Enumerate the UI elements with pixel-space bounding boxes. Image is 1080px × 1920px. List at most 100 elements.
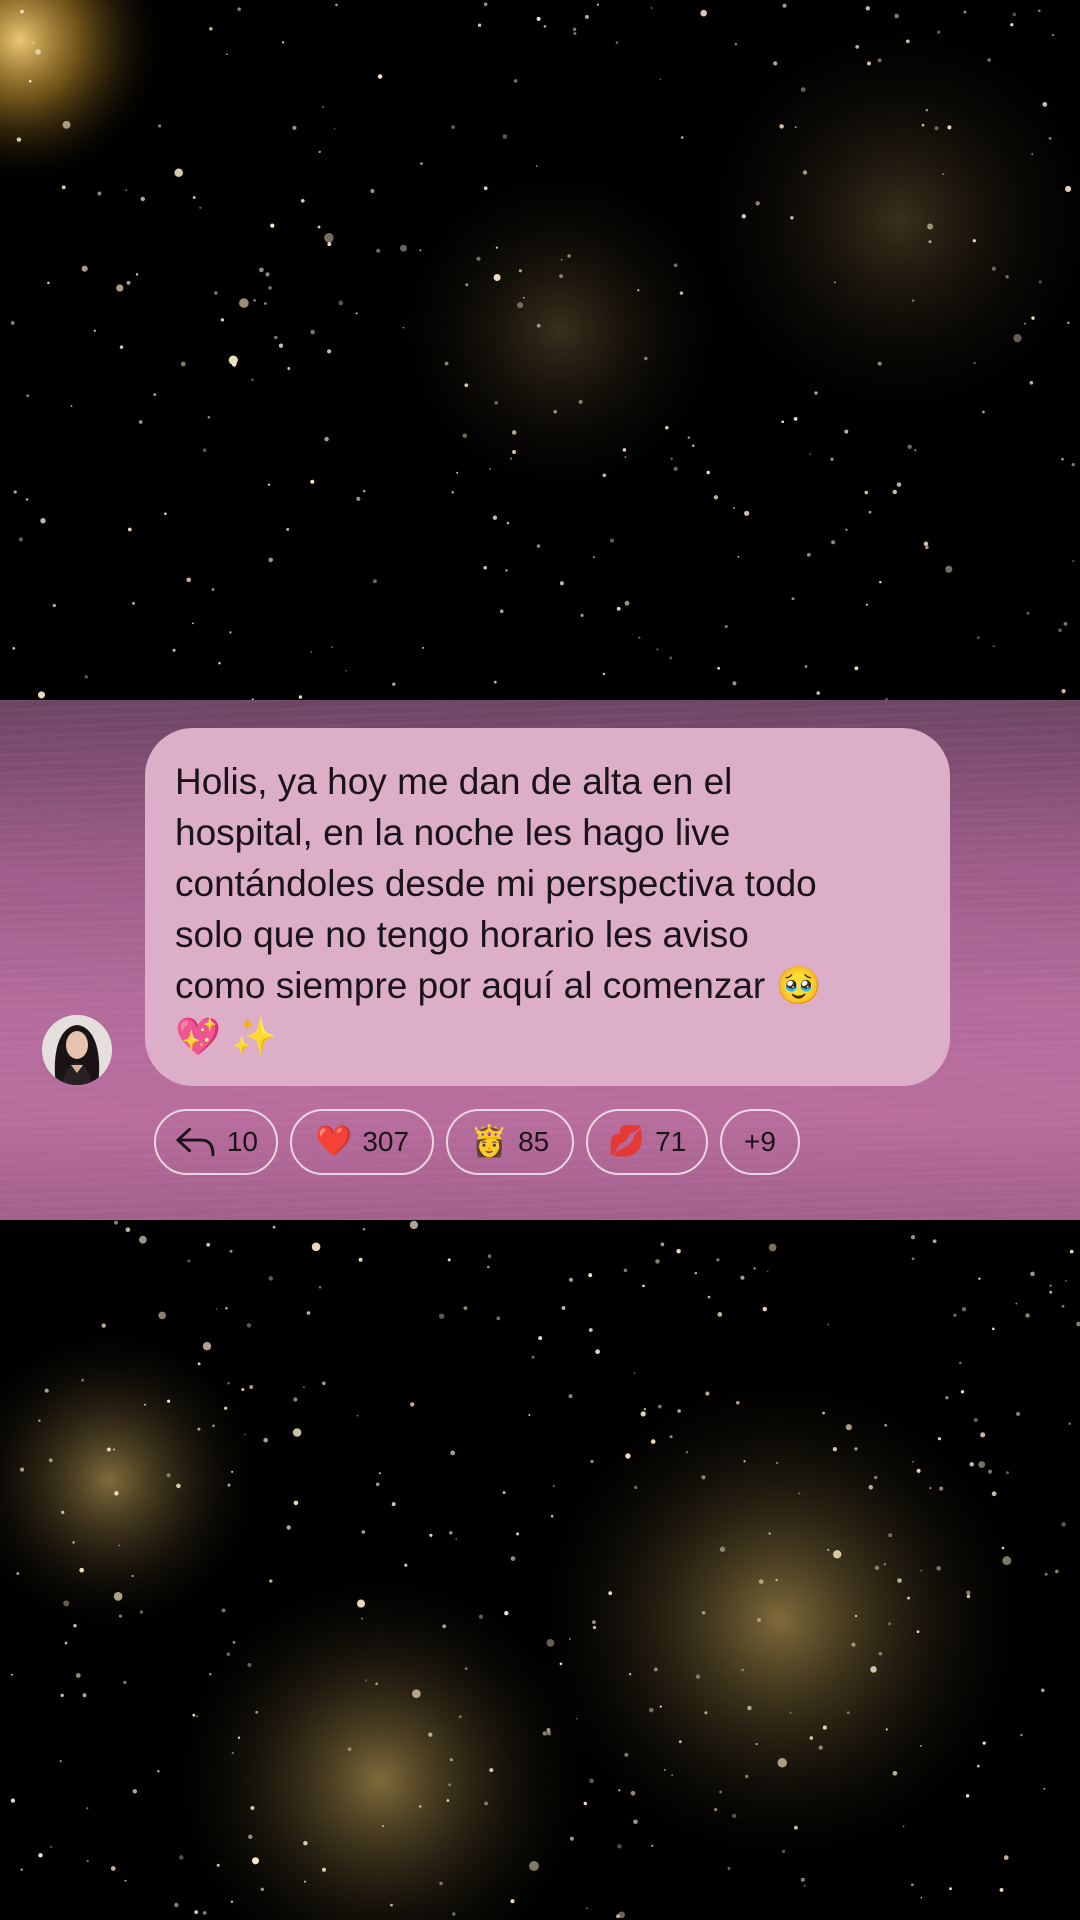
sparkle-dot — [616, 1914, 620, 1919]
sparkle-dot — [781, 420, 785, 424]
sparkle-dot — [228, 355, 238, 365]
reply-arrow-icon — [176, 1127, 215, 1157]
sparkle-dot — [28, 79, 32, 83]
sparkle-dot — [119, 345, 124, 349]
sparkle-dot — [495, 246, 499, 249]
sparkle-dot — [791, 597, 795, 601]
sparkle-dot — [1058, 628, 1062, 632]
sparkle-dot — [628, 1673, 632, 1676]
sparkle-dot — [125, 1227, 131, 1233]
sparkle-dot — [321, 105, 325, 109]
sparkle-dot — [318, 150, 321, 154]
sparkle-dot — [347, 1747, 352, 1752]
sparkle-dot — [81, 265, 88, 272]
sparkle-dot — [630, 1790, 636, 1796]
sparkle-dot — [419, 1805, 422, 1808]
sparkle-dot — [1025, 1313, 1030, 1318]
sparkle-dot — [793, 417, 798, 421]
sparkle-dot — [546, 1639, 555, 1647]
sparkle-dot — [713, 1807, 718, 1812]
sparkle-dot — [483, 186, 488, 191]
sparkle-dot — [1042, 102, 1048, 107]
sparkle-dot — [897, 1578, 902, 1583]
sparkle-dot — [220, 318, 225, 322]
sparkle-dot — [303, 1840, 308, 1846]
sparkle-dot — [511, 430, 517, 435]
sparkle-dot — [355, 312, 358, 315]
sparkle-dot — [816, 691, 820, 695]
sparkle-dot — [868, 510, 872, 514]
sparkle-dot — [20, 1868, 23, 1871]
sparkle-dot — [338, 300, 344, 306]
sparkle-dot — [510, 1556, 516, 1561]
sparkle-dot — [429, 1533, 433, 1537]
message-bubble[interactable]: Holis, ya hoy me dan de alta en el hospi… — [145, 728, 950, 1086]
sparkle-dot — [192, 622, 194, 625]
sparkle-dot — [127, 527, 132, 532]
sparkle-dot — [287, 367, 291, 370]
sparkle-dot — [216, 1863, 220, 1867]
sparkle-dot — [208, 1672, 212, 1676]
sparkle-dot — [324, 436, 329, 442]
sparkle-dot — [157, 1770, 160, 1773]
sparkle-dot — [251, 378, 254, 382]
princess-count: 85 — [518, 1126, 550, 1157]
sparkle-dot — [278, 343, 284, 348]
sparkle-dot — [372, 579, 377, 584]
kiss-reaction-button[interactable]: 💋 71 — [586, 1109, 708, 1175]
sparkle-dot — [139, 1610, 144, 1614]
sparkle-dot — [412, 1689, 421, 1699]
sparkle-dot — [179, 1855, 184, 1860]
sparkle-dot — [483, 566, 487, 570]
heart-reaction-button[interactable]: ❤️ 307 — [290, 1109, 434, 1175]
sparkle-dot — [864, 490, 869, 495]
sparkle-dot — [789, 1711, 792, 1714]
sparkle-dot — [622, 448, 627, 452]
sparkle-dot — [267, 483, 271, 486]
sparkle-dot — [1061, 1304, 1065, 1308]
sparkle-dot — [982, 1741, 986, 1745]
sparkle-dot — [650, 1439, 656, 1444]
sparkle-dot — [52, 603, 56, 608]
sparkle-dot — [572, 27, 577, 32]
sparkle-dot — [633, 1372, 636, 1374]
sparkle-dot — [195, 1715, 198, 1718]
sparkle-dot — [376, 248, 381, 253]
sparkle-dot — [827, 1323, 830, 1326]
sparkle-dot — [928, 240, 932, 244]
sparkle-dot — [241, 1387, 245, 1392]
sparkle-dot — [679, 291, 684, 295]
sparkle-dot — [20, 1467, 25, 1472]
sparkle-dot — [124, 1879, 127, 1882]
sparkle-dot — [845, 1424, 852, 1431]
sparkle-dot — [538, 1336, 543, 1341]
sparkle-dot — [588, 1328, 593, 1332]
sparkle-dot — [818, 1745, 823, 1750]
sparkle-dot — [775, 1578, 778, 1582]
sparkle-dot — [802, 170, 808, 175]
sparkle-dot — [939, 1486, 944, 1491]
sparkle-dot — [734, 42, 738, 46]
sparkle-dot — [140, 196, 145, 202]
princess-reaction-button[interactable]: 👸 85 — [446, 1109, 574, 1175]
sparkle-dot — [465, 283, 469, 287]
sparkle-dot — [916, 1468, 921, 1473]
sparkle-dot — [135, 273, 139, 276]
more-reactions-button[interactable]: +9 — [720, 1109, 800, 1175]
sparkle-dot — [782, 1849, 786, 1853]
sparkle-dot — [226, 1652, 231, 1656]
sparkle-dot — [885, 1728, 888, 1731]
sparkle-dot — [1063, 622, 1068, 626]
sparkle-dot — [1072, 560, 1075, 563]
sparkle-dot — [451, 125, 455, 129]
reply-count-button[interactable]: 10 — [154, 1109, 278, 1175]
sender-avatar[interactable] — [42, 1015, 112, 1085]
sparkle-dot — [502, 1491, 506, 1495]
reply-count: 10 — [226, 1126, 258, 1157]
sparkle-dot — [172, 648, 176, 652]
sparkle-dot — [438, 1313, 445, 1319]
sparkle-dot — [602, 672, 606, 676]
sparkle-dot — [584, 14, 589, 19]
sparkle-dot — [713, 495, 719, 500]
sparkle-dot — [1061, 1522, 1066, 1527]
